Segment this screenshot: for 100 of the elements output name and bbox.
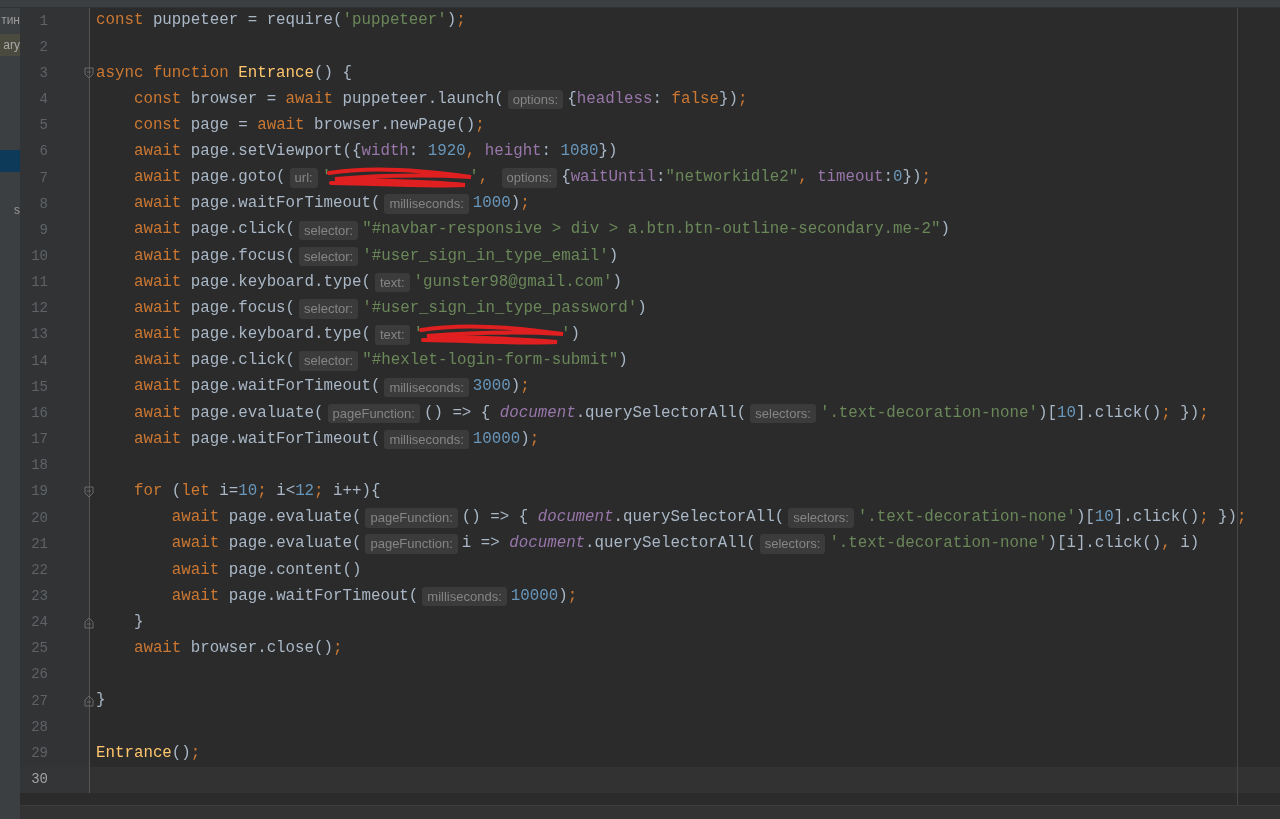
code-text: browser.newPage() [313,114,476,136]
code-text: : [541,141,553,162]
parameter-hint: selector: [299,246,359,267]
keyword-text: ; [1237,507,1247,529]
parameter-hint: selectors: [788,508,854,528]
keyword-text: await [170,507,220,529]
keyword-text: ; [567,585,578,607]
keyword-text: ; [921,167,931,189]
number-text: 1920 [427,141,466,162]
number-text: 12 [295,481,315,503]
code-text: puppeteer = require( [151,10,343,32]
code-text: }) [1179,402,1200,424]
code-text: ) [558,585,568,607]
code-text: ( [170,481,182,503]
keyword-text: ; [190,742,201,764]
code-text: page.evaluate( [227,507,362,529]
code-text: } [132,611,144,633]
keyword-text: await [257,114,305,136]
parameter-hint: pageFunction: [327,403,420,424]
parameter-hint: selectors: [750,403,816,424]
code-text: )[ [1075,507,1095,529]
sidebar-item[interactable]: тин [0,9,20,31]
fold-icon [84,67,94,80]
code-text: : [408,141,420,162]
keyword-text: await [132,324,182,346]
keyword-text: ; [737,88,748,110]
parameter-hint: milliseconds: [384,194,469,214]
code-text: ) [520,428,530,450]
code-text: page.evaluate( [227,533,362,555]
string-text: '#user_sign_in_type_email' [362,245,609,267]
code-text: }) [598,141,618,162]
keyword-text: await [132,376,182,398]
code-text: ) [637,297,647,319]
code-text: page = [189,114,249,136]
keyword-text: ; [475,114,485,136]
code-text: page.content() [227,559,362,581]
number-text: 10 [1056,402,1076,424]
keyword-text: , [465,141,477,162]
code-text: page.waitForTimeout( [227,585,419,607]
property-name: width [361,141,409,162]
code-text: ].click() [1113,507,1200,529]
code-text: page.focus( [189,297,296,319]
code-text: i< [275,481,296,503]
sidebar-item[interactable]: ary [0,34,20,56]
keyword-text: false [671,88,719,110]
string-text: '.text-decoration-none' [857,507,1076,529]
code-text: ) [510,376,521,398]
keyword-text: await [132,638,182,659]
sidebar-item[interactable] [0,150,20,172]
number-text: 0 [893,167,903,189]
keyword-text: const [132,114,182,136]
property-name: height [484,141,542,162]
code-text: }) [1217,507,1238,529]
code-text: page.setViewport({ [189,141,362,162]
horizontal-scrollbar[interactable] [20,805,1280,819]
keyword-text: await [170,533,220,555]
keyword-text: await [170,585,220,607]
string-text: "#navbar-responsive > div > a.btn.btn-outline-secondary.me-2" [362,219,941,241]
keyword-text: ; [520,193,530,215]
number-text: 10 [1094,507,1114,529]
keyword-text: ; [257,481,267,503]
parameter-hint: pageFunction: [365,534,458,554]
keyword-text: ; [1199,402,1209,424]
parameter-hint: pageFunction: [365,508,458,528]
parameter-hint: text: [374,272,410,293]
number-text: 1080 [560,141,599,162]
code-text: ) [940,219,950,241]
code-text: ) [446,10,457,32]
code-text: ) [570,324,580,346]
code-text: i= [218,481,239,503]
parameter-hint: selectors: [759,534,826,554]
code-text: )[ [1037,402,1057,424]
string-text: '.text-decoration-none' [819,402,1038,424]
property-name: timeout [817,167,884,189]
number-text: 10000 [510,585,559,607]
sidebar-item[interactable]: s [0,199,20,221]
fold-icon [84,485,94,498]
code-text: browser = [189,88,278,110]
code-text: )[i].click() [1047,533,1162,555]
string-text: 'puppeteer' [342,10,447,32]
code-text: ) [612,271,623,293]
keyword-text: await [132,167,182,189]
code-text: .querySelectorAll( [575,402,747,424]
function-name: Entrance [238,62,315,84]
string-text: "#hexlet-login-form-submit" [362,350,619,372]
code-text: { [567,88,577,110]
string-text: '#user_sign_in_type_password' [362,297,638,319]
string-text: ' [561,324,571,346]
code-text: puppeteer.launch( [341,88,504,110]
parameter-hint: milliseconds: [422,586,507,607]
code-text: page.click( [189,350,296,372]
code-text: browser.close() [189,638,333,659]
parameter-hint: milliseconds: [384,377,469,397]
parameter-hint: selector: [299,220,359,241]
code-text: page.waitForTimeout( [189,193,381,215]
global-name: document [509,533,586,555]
number-text: 1000 [472,193,511,215]
parameter-hint: url: [289,168,318,188]
code-text: () [171,742,191,764]
fold-icon [84,616,94,629]
